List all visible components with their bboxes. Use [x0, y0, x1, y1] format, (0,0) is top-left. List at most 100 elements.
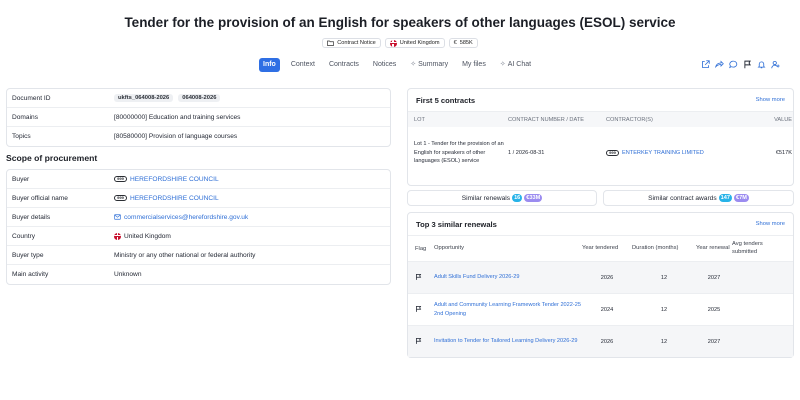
- column-header-number-date: CONTRACT NUMBER / DATE: [508, 116, 584, 123]
- tab-my-files[interactable]: My files: [459, 58, 489, 72]
- document-id-pill[interactable]: ukfts_064008-2026: [114, 94, 174, 102]
- column-header-value: VALUE: [774, 116, 792, 123]
- tab-summary[interactable]: ✧ Summary: [407, 58, 451, 72]
- domains-row: Domains [80000000] Education and trainin…: [7, 108, 390, 127]
- table-row[interactable]: Adult and Community Learning Framework T…: [408, 293, 793, 325]
- notice-type-chip: Contract Notice: [322, 38, 381, 48]
- domains-link[interactable]: [80000000] Education and training servic…: [114, 114, 240, 121]
- export-icon[interactable]: [701, 60, 710, 69]
- add-user-icon[interactable]: [771, 60, 780, 69]
- buyer-official-row: Buyer official name 999 HEREFORDSHIRE CO…: [7, 189, 390, 208]
- buyer-row: Buyer 999 HEREFORDSHIRE COUNCIL: [7, 170, 390, 189]
- column-header-year-tendered: Year tendered: [582, 244, 619, 251]
- comment-icon[interactable]: [729, 60, 738, 69]
- buyer-official-label: Buyer official name: [12, 194, 68, 202]
- topics-link[interactable]: [80580000] Provision of language courses: [114, 133, 237, 140]
- tab-contracts[interactable]: Contracts: [326, 58, 362, 72]
- buyer-official-link[interactable]: HEREFORDSHIRE COUNCIL: [130, 195, 219, 202]
- tab-info[interactable]: Info: [259, 58, 280, 72]
- similar-awards-amount: €7M: [733, 194, 749, 202]
- opportunity-link[interactable]: Invitation to Tender for Tailored Learni…: [434, 337, 582, 345]
- similar-renewals-count: 16: [512, 194, 523, 202]
- buyer-official-rank-badge: 999: [114, 195, 127, 201]
- year-renewal: 2027: [707, 338, 721, 345]
- similar-awards-label: Similar contract awards: [648, 194, 717, 202]
- flag-icon[interactable]: [415, 273, 422, 281]
- bell-icon[interactable]: [757, 60, 766, 69]
- contracts-show-more-link[interactable]: Show more: [756, 97, 785, 103]
- renewals-panel: Top 3 similar renewals Show more Flag Op…: [407, 212, 794, 358]
- topics-row: Topics [80580000] Provision of language …: [7, 127, 390, 146]
- column-header-duration: Duration (months): [632, 244, 679, 251]
- similar-renewals-button[interactable]: Similar renewals 16 €33M: [407, 190, 597, 206]
- country-chip: United Kingdom: [384, 38, 445, 48]
- value-chip: € 585K: [448, 38, 478, 48]
- similar-renewals-amount: €33M: [524, 194, 543, 202]
- info-panel: Document ID ukfts_064008-2026 064008-202…: [6, 88, 391, 147]
- duration-months: 12: [660, 338, 668, 345]
- tab-context[interactable]: Context: [288, 58, 318, 72]
- domains-label: Domains: [12, 113, 39, 121]
- country-label: Country: [12, 232, 36, 240]
- header-chips: Contract Notice United Kingdom € 585K: [0, 38, 800, 48]
- contracts-table-header: LOT CONTRACT NUMBER / DATE CONTRACTOR(S)…: [408, 111, 793, 127]
- notice-type-label: Contract Notice: [337, 40, 376, 46]
- tab-ai-chat-label: AI Chat: [507, 61, 532, 68]
- similar-awards-count: 147: [718, 194, 732, 202]
- country-value: United Kingdom: [124, 232, 171, 240]
- euro-icon: €: [453, 40, 457, 46]
- year-tendered: 2026: [600, 274, 614, 281]
- renewals-title: Top 3 similar renewals: [416, 219, 497, 229]
- buyer-type-row: Buyer type Ministry or any other nationa…: [7, 246, 390, 265]
- table-row[interactable]: Invitation to Tender for Tailored Learni…: [408, 325, 793, 357]
- flag-icon[interactable]: [415, 305, 422, 313]
- buyer-details-row: Buyer details commercialservices@herefor…: [7, 208, 390, 227]
- toolbar: [701, 60, 780, 69]
- renewals-table-header: Flag Opportunity Year tendered Duration …: [408, 235, 793, 261]
- buyer-rank-badge: 999: [114, 176, 127, 182]
- similar-renewals-label: Similar renewals: [461, 194, 511, 202]
- country-chip-label: United Kingdom: [399, 40, 440, 46]
- sparkle-icon: ✧: [410, 61, 417, 68]
- tab-ai-chat[interactable]: ✧ AI Chat: [497, 58, 534, 72]
- sparkle-icon: ✧: [499, 61, 506, 68]
- document-id-label: Document ID: [12, 94, 51, 102]
- opportunity-link[interactable]: Adult and Community Learning Framework T…: [434, 301, 582, 317]
- buyer-details-label: Buyer details: [12, 213, 51, 221]
- contract-lot: Lot 1 - Tender for the provision of an E…: [414, 141, 504, 165]
- buyer-email-link[interactable]: commercialservices@herefordshire.gov.uk: [124, 214, 248, 221]
- topics-label: Topics: [12, 133, 31, 140]
- mail-icon: [114, 214, 121, 220]
- page-title: Tender for the provision of an English f…: [124, 15, 676, 30]
- share-icon[interactable]: [715, 60, 724, 69]
- buyer-link[interactable]: HEREFORDSHIRE COUNCIL: [130, 176, 219, 183]
- similar-awards-button[interactable]: Similar contract awards 147 €7M: [603, 190, 794, 206]
- year-tendered: 2026: [600, 338, 614, 345]
- flag-icon[interactable]: [415, 337, 422, 345]
- duration-months: 12: [660, 274, 668, 281]
- document-id-pill-short[interactable]: 064008-2026: [178, 94, 221, 102]
- renewals-show-more-link[interactable]: Show more: [756, 221, 785, 227]
- folder-icon: [327, 40, 335, 46]
- scope-panel: Buyer 999 HEREFORDSHIRE COUNCIL Buyer of…: [6, 169, 391, 285]
- main-activity-row: Main activity Unknown: [7, 265, 390, 284]
- buyer-label: Buyer: [12, 175, 30, 183]
- document-id-row: Document ID ukfts_064008-2026 064008-202…: [7, 89, 390, 108]
- tab-summary-label: Summary: [418, 61, 449, 68]
- contract-number-date: 1 / 2026-08-31: [508, 150, 545, 156]
- column-header-avg-tenders: Avg tenders submitted: [732, 241, 763, 255]
- main-activity-label: Main activity: [12, 271, 49, 278]
- opportunity-link[interactable]: Adult Skills Fund Delivery 2026-29: [434, 273, 582, 281]
- tab-notices[interactable]: Notices: [370, 58, 399, 72]
- flag-icon[interactable]: [743, 60, 752, 69]
- table-row[interactable]: Adult Skills Fund Delivery 2026-29 2026 …: [408, 261, 793, 293]
- contracts-panel: First 5 contracts Show more LOT CONTRACT…: [407, 88, 794, 186]
- column-header-year-renewal: Year renewal: [696, 244, 730, 251]
- contractor-link[interactable]: ENTERKEY TRAINING LIMITED: [622, 150, 704, 156]
- uk-flag-icon: [114, 232, 121, 240]
- buyer-type-label: Buyer type: [12, 251, 44, 259]
- contractor-rank-badge: 999: [606, 150, 619, 156]
- main-activity-value: Unknown: [114, 271, 142, 278]
- value-chip-label: 585K: [459, 40, 473, 46]
- table-row[interactable]: Lot 1 - Tender for the provision of an E…: [408, 127, 793, 179]
